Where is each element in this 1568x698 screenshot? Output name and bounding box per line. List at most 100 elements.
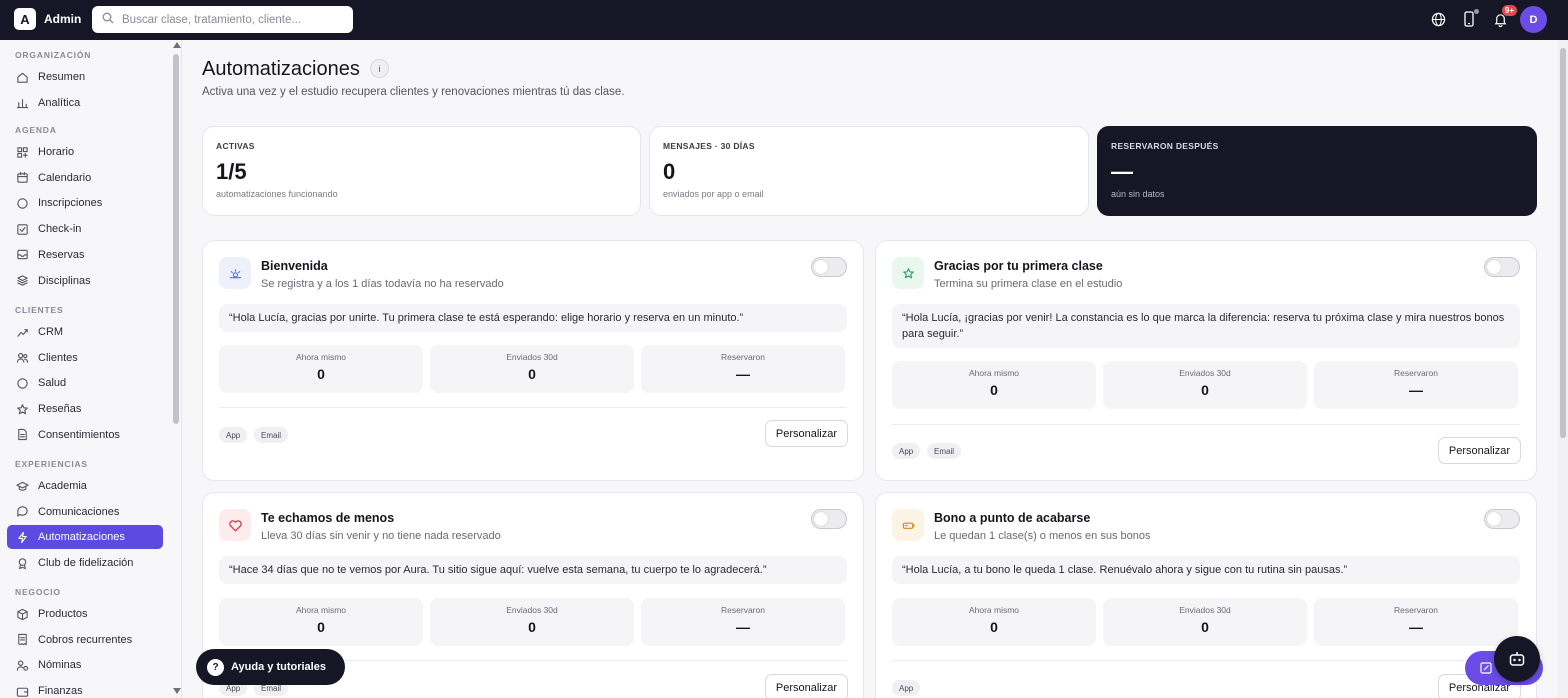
home-icon [16, 71, 29, 84]
sidebar-item-cobros-recurrentes[interactable]: Cobros recurrentes [7, 628, 163, 652]
metric-label: Reservaron [1394, 368, 1438, 378]
metric-value: 0 [990, 619, 998, 635]
stat-hint: automatizaciones funcionando [216, 189, 338, 199]
automation-title: Bono a punto de acabarse [934, 511, 1091, 525]
info-icon[interactable]: i [370, 59, 389, 78]
sidebar-item-label: Productos [38, 608, 88, 620]
automation-subtitle: Le quedan 1 clase(s) o menos en sus bono… [934, 530, 1151, 542]
metric-label: Enviados 30d [506, 352, 558, 362]
sidebar-item-resenas[interactable]: Reseñas [7, 397, 163, 421]
metric-value: 0 [317, 619, 325, 635]
sidebar-item-analitica[interactable]: Analítica [7, 91, 163, 115]
metric-box: Ahora mismo 0 [892, 598, 1096, 646]
check-square-icon [16, 223, 29, 236]
channel-chip: Email [927, 443, 962, 459]
sidebar-item-reservas[interactable]: Reservas [7, 243, 163, 267]
star-icon [892, 257, 924, 289]
customize-button[interactable]: Personalizar [764, 420, 848, 447]
search-input[interactable] [122, 13, 342, 26]
app-logo[interactable]: A [14, 8, 36, 30]
sidebar-item-check-in[interactable]: Check-in [7, 217, 163, 241]
sidebar-item-label: Calendario [38, 171, 92, 184]
sidebar-item-label: Finanzas [38, 685, 83, 698]
sidebar-section-title: NEGOCIO [15, 587, 61, 597]
channel-chip: App [219, 427, 248, 443]
metric-box: Reservaron — [641, 345, 845, 393]
help-tutorials-button[interactable]: ? Ayuda y tutoriales [196, 649, 345, 685]
sidebar-item-crm[interactable]: CRM [7, 320, 163, 344]
sidebar-item-nominas[interactable]: Nóminas [7, 653, 163, 677]
sidebar-item-club-de-fidelizacion[interactable]: Club de fidelización [7, 551, 163, 575]
automation-message: “Hace 34 días que no te vemos por Aura. … [219, 556, 847, 584]
search-box[interactable] [92, 6, 353, 33]
sidebar-item-comunicaciones[interactable]: Comunicaciones [7, 500, 163, 524]
package-icon [16, 608, 29, 621]
metric-box: Reservaron — [1314, 598, 1518, 646]
stat-label: RESERVARON DESPUÉS [1111, 141, 1219, 151]
metric-value: 0 [528, 619, 536, 635]
sidebar-item-clientes[interactable]: Clientes [7, 346, 163, 370]
card-divider [892, 660, 1520, 661]
metric-label: Reservaron [721, 605, 765, 615]
page-scroll-thumb[interactable] [1560, 48, 1566, 438]
metric-value: 0 [317, 366, 325, 382]
automation-toggle[interactable] [811, 257, 847, 277]
automation-message: “Hola Lucía, gracias por unirte. Tu prim… [219, 304, 847, 332]
automation-subtitle: Se registra y a los 1 días todavía no ha… [261, 278, 504, 290]
metric-box: Reservaron — [641, 598, 845, 646]
sidebar-item-label: Automatizaciones [38, 531, 125, 544]
sidebar-item-label: Reservas [38, 248, 85, 261]
stat-value: — [1111, 159, 1133, 184]
metric-value: — [736, 619, 750, 635]
sidebar-item-label: Reseñas [38, 403, 82, 416]
globe-icon[interactable] [1429, 10, 1447, 28]
sidebar-item-automatizaciones[interactable]: Automatizaciones [7, 525, 163, 550]
bar-chart-icon [16, 96, 29, 109]
metric-label: Reservaron [1394, 605, 1438, 615]
metric-box: Ahora mismo 0 [219, 598, 423, 646]
layers-icon [16, 274, 29, 287]
sidebar-item-resumen[interactable]: Resumen [7, 65, 163, 89]
sidebar-item-academia[interactable]: Academia [7, 474, 163, 498]
chat-icon [16, 505, 29, 518]
sidebar-scroll-thumb[interactable] [173, 54, 179, 424]
user-avatar[interactable]: D [1520, 6, 1547, 33]
sidebar-item-calendario[interactable]: Calendario [7, 166, 163, 190]
sidebar-item-label: CRM [38, 326, 64, 338]
sidebar-item-label: Check-in [38, 223, 82, 236]
bell-icon[interactable]: 9+ [1491, 5, 1517, 28]
sidebar-item-salud[interactable]: Salud [7, 371, 163, 395]
sidebar-item-consentimientos[interactable]: Consentimientos [7, 423, 163, 447]
customize-button[interactable]: Personalizar [764, 674, 848, 698]
automation-toggle[interactable] [811, 509, 847, 529]
metric-box: Ahora mismo 0 [892, 361, 1096, 409]
sidebar-item-label: Nóminas [38, 659, 82, 672]
sidebar-item-productos[interactable]: Productos [7, 602, 163, 626]
bot-icon [1509, 652, 1525, 666]
sidebar-item-label: Salud [38, 377, 67, 390]
sidebar-item-label: Disciplinas [38, 274, 91, 287]
customize-button[interactable]: Personalizar [1437, 437, 1521, 464]
metric-label: Enviados 30d [1179, 368, 1231, 378]
metric-value: 0 [990, 382, 998, 398]
automation-card-gracias-por-tu-primera-clase: Gracias por tu primera clase Termina su … [875, 240, 1537, 481]
automation-toggle[interactable] [1484, 509, 1520, 529]
automation-title: Bienvenida [261, 259, 328, 273]
mobile-icon[interactable] [1460, 9, 1479, 28]
assistant-bot-button[interactable] [1494, 636, 1540, 682]
help-icon: ? [207, 658, 224, 676]
automation-toggle[interactable] [1484, 257, 1520, 277]
automation-title: Te echamos de menos [261, 511, 395, 525]
metric-box: Enviados 30d 0 [430, 345, 634, 393]
sidebar-item-inscripciones[interactable]: Inscripciones [7, 191, 163, 215]
sidebar-item-disciplinas[interactable]: Disciplinas [7, 269, 163, 293]
sidebar-item-label: Clientes [38, 351, 78, 364]
page-subtitle: Activa una vez y el estudio recupera cli… [202, 86, 625, 98]
stat-hint: aún sin datos [1111, 189, 1165, 199]
sidebar-item-horario[interactable]: Horario [7, 140, 163, 164]
sidebar-item-finanzas[interactable]: Finanzas [7, 679, 163, 698]
search-icon [102, 11, 114, 29]
wallet-icon [16, 685, 29, 698]
help-label: Ayuda y tutoriales [231, 661, 326, 673]
metric-label: Ahora mismo [295, 352, 347, 362]
